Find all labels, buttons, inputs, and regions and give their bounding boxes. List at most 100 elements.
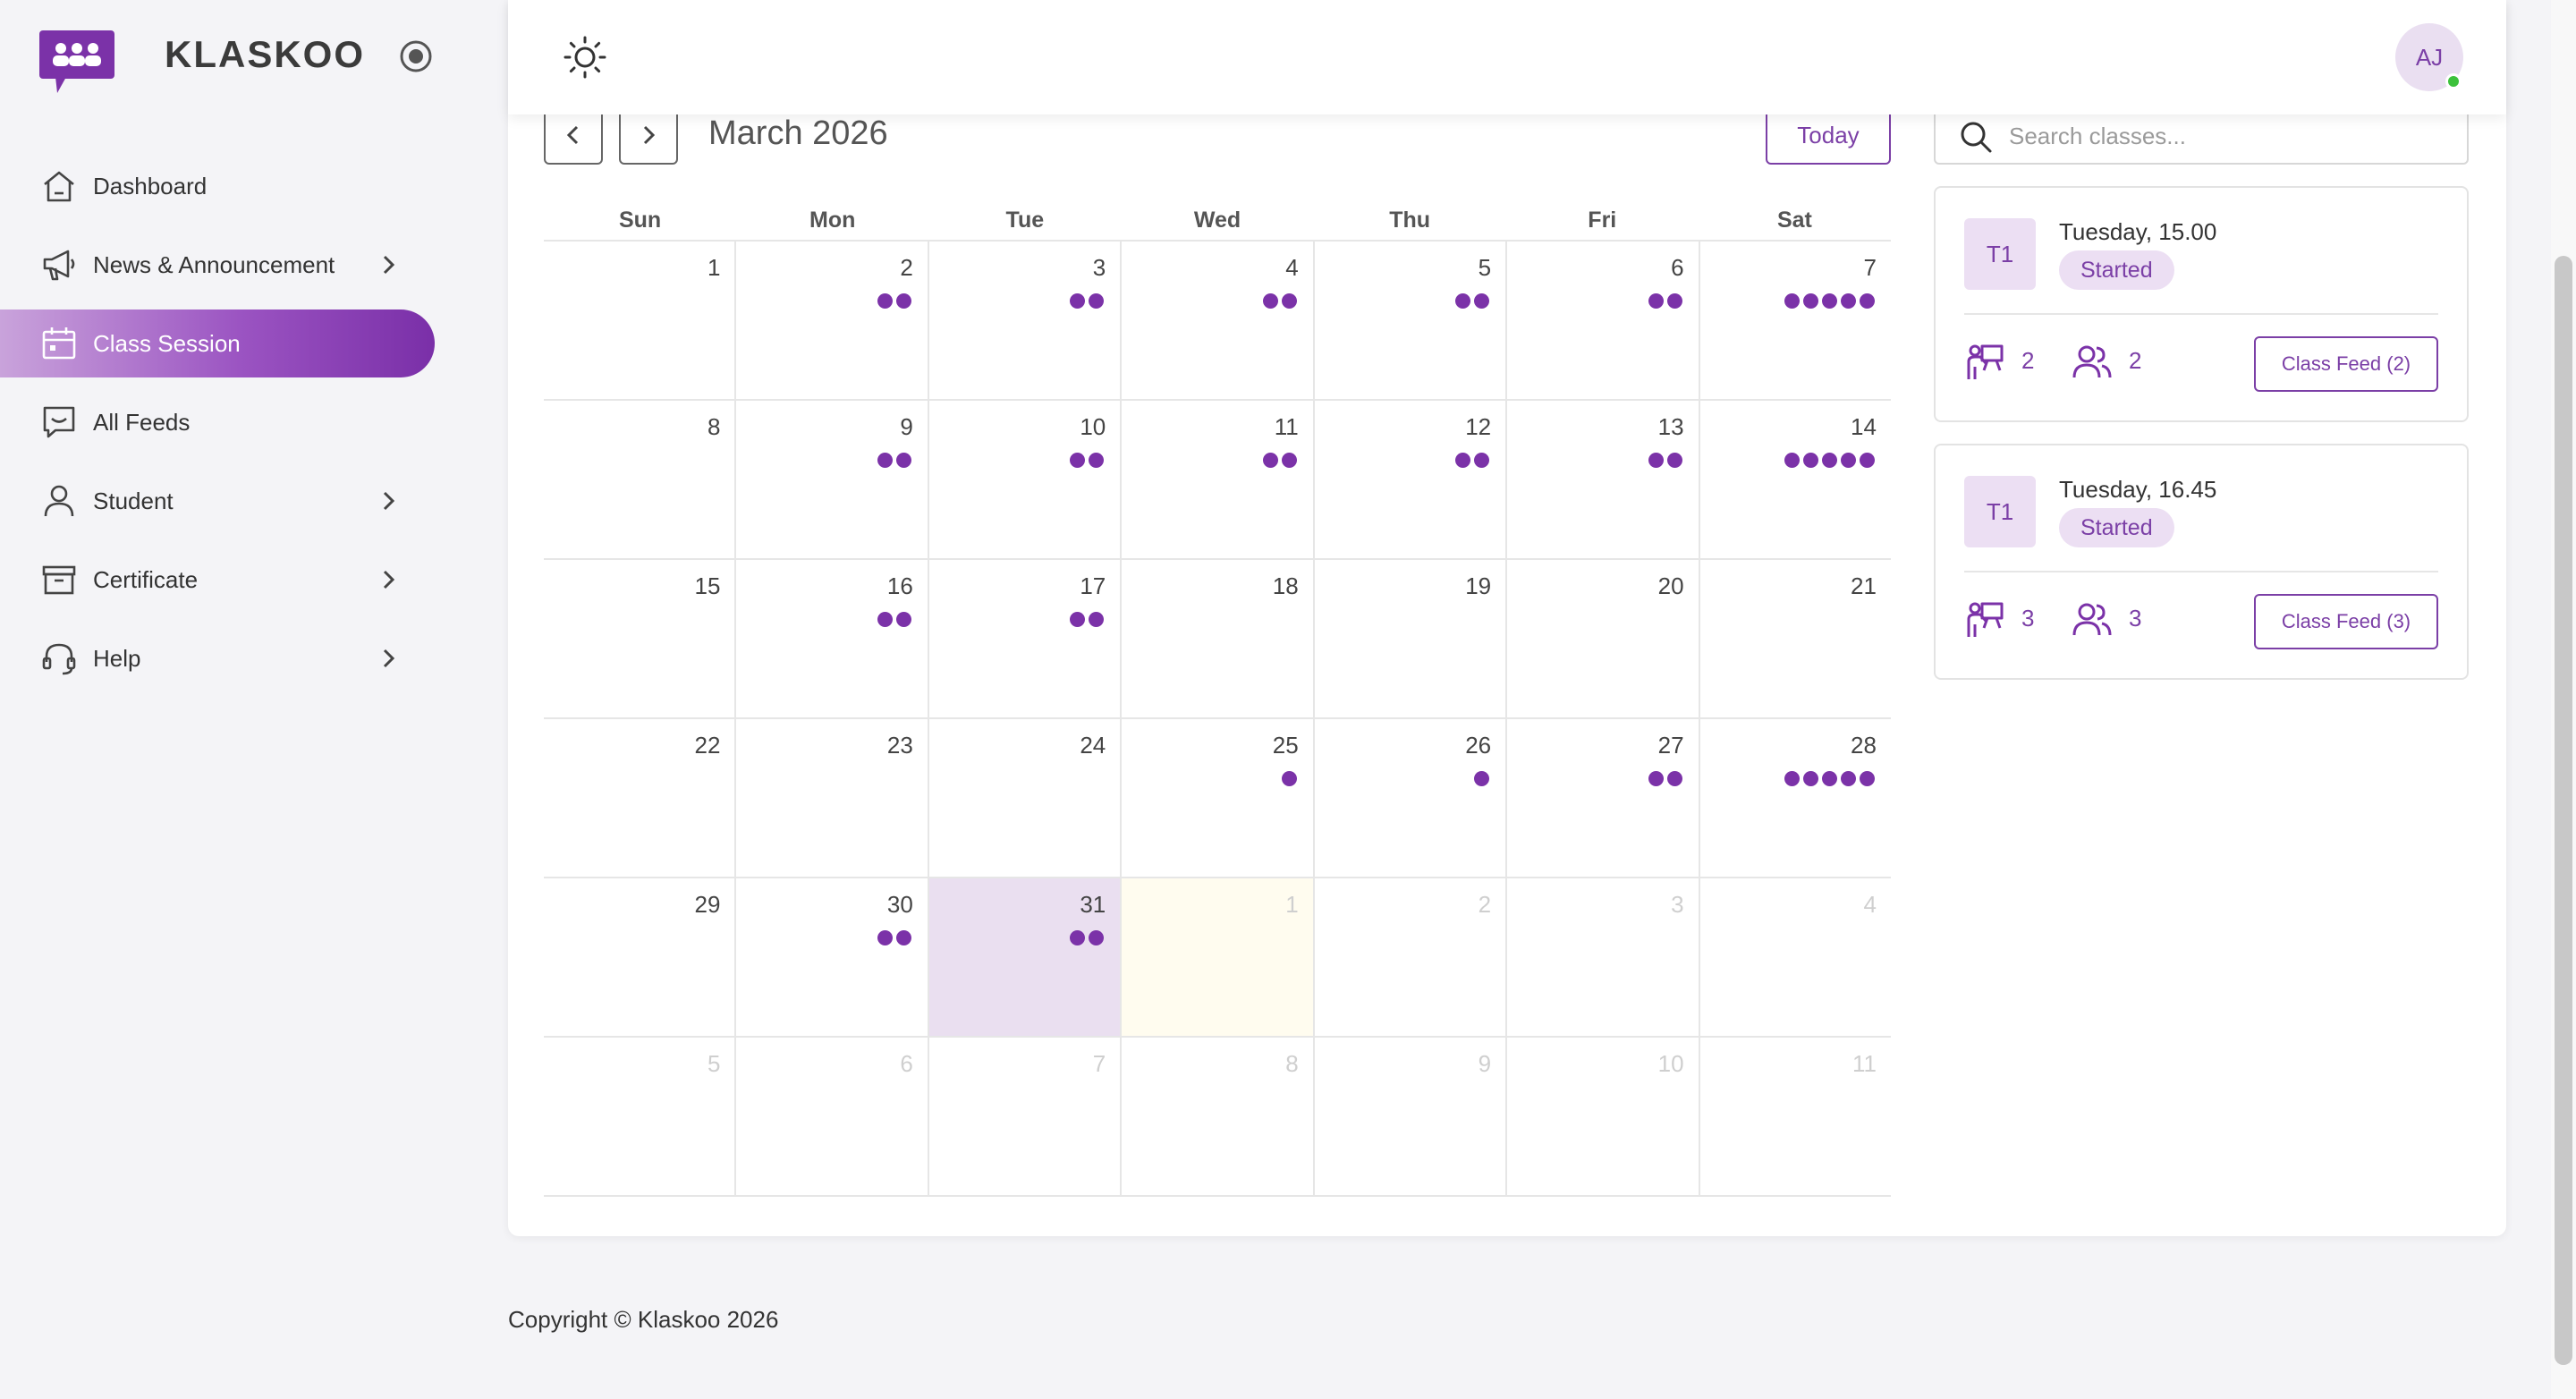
day-number: 8	[707, 413, 721, 440]
calendar-day-cell[interactable]: 22	[544, 719, 734, 877]
calendar-day-cell[interactable]: 27	[1505, 719, 1698, 877]
event-dot	[1474, 293, 1490, 309]
session-card[interactable]: T1 Tuesday, 16.45 Started 3 3 Class Feed (3)	[1934, 444, 2469, 680]
calendar-day-cell[interactable]: 23	[734, 719, 927, 877]
calendar-day-cell[interactable]: 6	[1505, 242, 1698, 399]
calendar-day-cell[interactable]: 18	[1120, 560, 1312, 717]
headset-icon	[39, 639, 79, 678]
day-number: 22	[694, 732, 721, 759]
students-icon	[2072, 599, 2113, 640]
event-dot	[1859, 293, 1875, 309]
calendar-week-row: 8 9 10 11 12 13 14	[544, 401, 1891, 560]
search-icon	[1959, 120, 1993, 154]
sidebar-item-class-session[interactable]: Class Session	[0, 309, 435, 377]
calendar-day-cell[interactable]: 1	[1120, 878, 1313, 1036]
event-dot	[1455, 293, 1471, 309]
calendar-day-cell[interactable]: 9	[1312, 1038, 1505, 1195]
calendar-day-cell[interactable]: 4	[1698, 878, 1891, 1036]
class-feed-button[interactable]: Class Feed (3)	[2254, 594, 2438, 649]
calendar-day-cell[interactable]: 10	[927, 401, 1120, 558]
event-dots	[1070, 612, 1105, 627]
event-dot	[1474, 771, 1490, 786]
calendar-day-cell[interactable]: 8	[544, 401, 734, 558]
calendar-day-cell[interactable]: 3	[927, 242, 1120, 399]
weekday-label: Mon	[809, 208, 856, 233]
event-dot	[1821, 453, 1837, 468]
calendar-day-cell[interactable]: 10	[1505, 1038, 1698, 1195]
search-input[interactable]	[2009, 114, 2447, 157]
top-bar: AJ	[508, 0, 2506, 114]
event-dot	[1070, 293, 1086, 309]
calendar-day-cell[interactable]: 25	[1120, 719, 1312, 877]
calendar-day-cell[interactable]: 11	[1698, 1038, 1891, 1195]
event-dot	[1089, 612, 1105, 627]
calendar-day-cell[interactable]: 29	[544, 878, 734, 1036]
calendar-day-cell[interactable]: 21	[1698, 560, 1891, 717]
session-card[interactable]: T1 Tuesday, 15.00 Started 2 2 Class Feed (2)	[1934, 186, 2469, 422]
sidebar-item-all-feeds[interactable]: All Feeds	[0, 388, 465, 456]
day-number: 9	[1478, 1050, 1492, 1077]
event-dot	[1802, 293, 1818, 309]
calendar-day-cell[interactable]: 17	[927, 560, 1120, 717]
calendar-day-cell[interactable]: 15	[544, 560, 734, 717]
teacher-icon	[1964, 599, 2005, 640]
day-number: 6	[900, 1050, 913, 1077]
calendar-day-cell[interactable]: 14	[1698, 401, 1891, 558]
sidebar-item-news[interactable]: News & Announcement	[0, 231, 465, 299]
scrollbar-thumb[interactable]	[2555, 256, 2572, 1365]
calendar-day-cell[interactable]: 16	[734, 560, 927, 717]
calendar-day-cell[interactable]: 4	[1120, 242, 1312, 399]
day-number: 17	[1080, 572, 1106, 599]
calendar-day-cell[interactable]: 28	[1698, 719, 1891, 877]
sidebar-toggle-icon[interactable]	[397, 38, 435, 75]
chevron-left-icon	[561, 123, 586, 148]
calendar-day-cell[interactable]: 2	[1312, 878, 1505, 1036]
day-number: 1	[707, 254, 721, 281]
teacher-count: 2	[2021, 347, 2035, 374]
brand[interactable]: KLASKOO	[39, 30, 363, 95]
calendar-day-cell[interactable]: 5	[544, 1038, 734, 1195]
sun-theme-toggle-icon[interactable]	[562, 34, 608, 81]
calendar-week-row: 15 16 17 18 19 20 21	[544, 560, 1891, 719]
calendar-day-cell[interactable]: 11	[1120, 401, 1312, 558]
calendar-day-cell[interactable]: 7	[1698, 242, 1891, 399]
calendar-day-cell[interactable]: 13	[1505, 401, 1698, 558]
calendar-day-cell[interactable]: 6	[734, 1038, 927, 1195]
sidebar-item-student[interactable]: Student	[0, 467, 465, 535]
scrollbar-track[interactable]	[2551, 0, 2576, 1399]
event-dot	[1648, 771, 1664, 786]
day-number: 16	[886, 572, 913, 599]
day-number: 8	[1285, 1050, 1299, 1077]
sidebar-item-dashboard[interactable]: Dashboard	[0, 152, 465, 220]
calendar-day-cell[interactable]: 30	[734, 878, 927, 1036]
day-number: 2	[900, 254, 913, 281]
day-number: 21	[1851, 572, 1877, 599]
calendar-day-cell[interactable]: 12	[1312, 401, 1505, 558]
calendar-day-cell[interactable]: 24	[927, 719, 1120, 877]
day-number: 3	[1671, 891, 1684, 918]
calendar-day-cell[interactable]: 7	[927, 1038, 1120, 1195]
calendar-day-cell[interactable]: 1	[544, 242, 734, 399]
calendar-day-cell[interactable]: 2	[734, 242, 927, 399]
calendar-day-cell[interactable]: 5	[1312, 242, 1505, 399]
calendar-day-cell[interactable]: 19	[1312, 560, 1505, 717]
event-dot	[1089, 453, 1105, 468]
day-number: 29	[694, 891, 721, 918]
event-dot	[1474, 453, 1490, 468]
event-dot	[1666, 293, 1682, 309]
calendar-week-row: 5 6 7 8 9 10 11	[544, 1038, 1891, 1197]
event-dot	[1666, 771, 1682, 786]
calendar-day-cell[interactable]: 26	[1312, 719, 1505, 877]
day-number: 26	[1465, 732, 1492, 759]
avatar[interactable]: AJ	[2395, 23, 2463, 91]
sidebar-item-certificate[interactable]: Certificate	[0, 546, 465, 614]
calendar-weeks: 1 2 3 4 5 6 7 8 9 10 11 12 13 14 15 16 17 18 19 20 21 22 23 24 2…	[544, 242, 1891, 1197]
calendar-day-cell[interactable]: 31	[927, 878, 1121, 1036]
class-feed-button[interactable]: Class Feed (2)	[2254, 336, 2438, 392]
calendar-day-cell[interactable]: 20	[1505, 560, 1698, 717]
sidebar-item-help[interactable]: Help	[0, 624, 465, 692]
event-dots	[1648, 771, 1682, 786]
calendar-day-cell[interactable]: 9	[734, 401, 927, 558]
calendar-day-cell[interactable]: 3	[1505, 878, 1698, 1036]
calendar-day-cell[interactable]: 8	[1120, 1038, 1312, 1195]
